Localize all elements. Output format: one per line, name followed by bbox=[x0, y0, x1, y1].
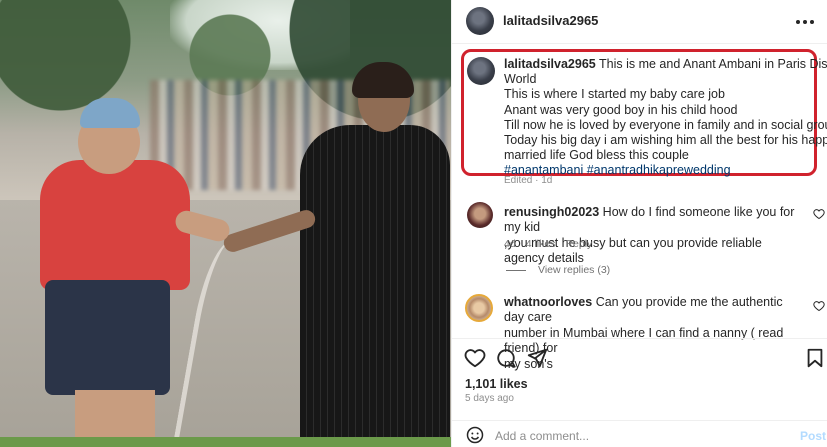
avatar[interactable] bbox=[466, 7, 494, 35]
caption-username[interactable]: lalitadsilva2965 bbox=[504, 57, 596, 71]
bookmark-icon[interactable] bbox=[804, 347, 826, 369]
post-button[interactable]: Post bbox=[800, 429, 826, 443]
add-comment-bar: Add a comment... Post bbox=[452, 420, 827, 447]
likes-count[interactable]: 1,101 likes bbox=[465, 377, 528, 391]
caption-line: Today his big day i am wishing him all t… bbox=[504, 133, 827, 148]
comment-icon[interactable] bbox=[495, 347, 517, 369]
comment-username[interactable]: renusingh02023 bbox=[504, 205, 599, 219]
caption-line: Till now he is loved by everyone in fami… bbox=[504, 117, 827, 132]
comment-username[interactable]: whatnoorloves bbox=[504, 295, 592, 309]
comment-likes[interactable]: 4 likes bbox=[526, 238, 556, 250]
post-photo bbox=[0, 0, 451, 447]
comment-like-icon[interactable] bbox=[813, 300, 825, 312]
comment-age: 4d bbox=[504, 238, 516, 250]
reply-button[interactable]: Reply bbox=[565, 238, 592, 250]
caption-line: Anant was very good boy in his child hoo… bbox=[504, 102, 738, 117]
more-icon[interactable] bbox=[790, 12, 820, 28]
heart-icon[interactable] bbox=[464, 347, 486, 369]
comment-input[interactable]: Add a comment... bbox=[495, 429, 589, 443]
post-header: lalitadsilva2965 bbox=[452, 0, 827, 44]
comment-like-icon[interactable] bbox=[813, 208, 825, 220]
comment: renusingh02023 How do I find someone lik… bbox=[504, 205, 800, 267]
comment-meta: 4d 4 likes Reply bbox=[504, 238, 602, 250]
share-icon[interactable] bbox=[526, 347, 548, 369]
post-side-panel: lalitadsilva2965 lalitadsilva2965 This i… bbox=[451, 0, 827, 447]
caption-avatar[interactable] bbox=[467, 57, 495, 85]
action-bar bbox=[452, 338, 827, 368]
caption-line: married life God bless this couple bbox=[504, 148, 689, 163]
header-username[interactable]: lalitadsilva2965 bbox=[503, 13, 598, 28]
emoji-icon[interactable] bbox=[466, 426, 484, 444]
caption-line: This is where I started my baby care job bbox=[504, 87, 725, 102]
post-date: 5 days ago bbox=[465, 393, 514, 404]
caption-line: World bbox=[504, 72, 537, 87]
commenter-avatar[interactable] bbox=[467, 202, 493, 228]
view-replies-label[interactable]: View replies (3) bbox=[538, 264, 610, 276]
commenter-avatar[interactable] bbox=[465, 294, 493, 322]
post-caption: lalitadsilva2965 This is me and Anant Am… bbox=[504, 57, 827, 179]
caption-line: This is me and Anant Ambani in Paris Dis… bbox=[598, 57, 827, 71]
edited-label: Edited · 1d bbox=[504, 175, 553, 186]
view-replies-button[interactable]: View replies (3) bbox=[506, 264, 610, 276]
